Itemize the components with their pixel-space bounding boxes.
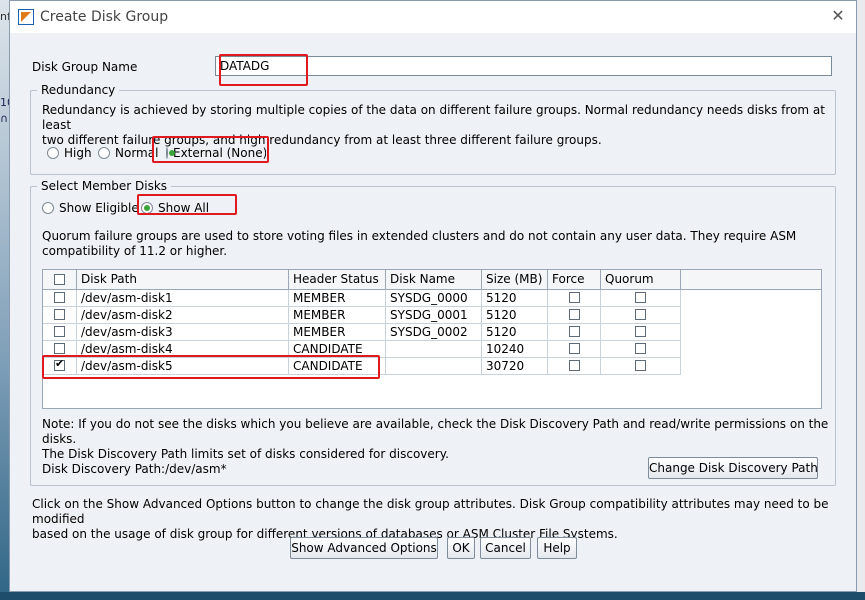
- row-select-checkbox[interactable]: [54, 357, 65, 371]
- select-all-checkbox[interactable]: [54, 274, 65, 285]
- row-select-checkbox[interactable]: [54, 343, 65, 354]
- table-cell-size[interactable]: 5120: [482, 290, 548, 307]
- table-cell-quorum[interactable]: [601, 324, 681, 341]
- table-cell-path[interactable]: /dev/asm-disk5: [77, 358, 289, 375]
- table-cell-name[interactable]: SYSDG_0002: [386, 324, 482, 341]
- discovery-note: Note: If you do not see the disks which …: [42, 417, 829, 461]
- table-cell-force[interactable]: [548, 341, 601, 358]
- table-cell-force[interactable]: [548, 307, 601, 324]
- table-cell-size[interactable]: 10240: [482, 341, 548, 358]
- show-advanced-options-button[interactable]: Show Advanced Options: [290, 537, 438, 559]
- row-select-checkbox[interactable]: [54, 326, 65, 337]
- column-header-filler: [681, 270, 821, 290]
- row-select-checkbox[interactable]: [54, 309, 65, 320]
- create-disk-group-dialog: Create Disk Group ✕ Disk Group Name DATA…: [9, 0, 857, 592]
- table-cell-force[interactable]: [548, 324, 601, 341]
- disk-group-name-input[interactable]: DATADG: [215, 56, 832, 76]
- table-cell-status[interactable]: CANDIDATE: [289, 358, 386, 375]
- radio-show-eligible-indicator[interactable]: [42, 202, 54, 214]
- row-select-cell[interactable]: [43, 324, 77, 341]
- table-cell-path[interactable]: /dev/asm-disk2: [77, 307, 289, 324]
- background-text-fragment: ∩: [0, 112, 9, 125]
- quorum-note: Quorum failure groups are used to store …: [42, 229, 797, 258]
- close-icon[interactable]: ✕: [828, 6, 848, 26]
- force-checkbox[interactable]: [569, 309, 580, 320]
- table-cell-status[interactable]: MEMBER: [289, 290, 386, 307]
- table-cell-status[interactable]: MEMBER: [289, 307, 386, 324]
- table-cell-quorum[interactable]: [601, 307, 681, 324]
- column-header-disk-path[interactable]: Disk Path: [77, 270, 289, 290]
- change-discovery-path-button[interactable]: Change Disk Discovery Path: [648, 457, 818, 479]
- radio-normal-indicator[interactable]: [98, 147, 110, 159]
- table-cell-name[interactable]: SYSDG_0000: [386, 290, 482, 307]
- ok-button[interactable]: OK: [447, 537, 475, 559]
- radio-external-indicator[interactable]: [166, 147, 175, 159]
- table-cell-force[interactable]: [548, 358, 601, 375]
- row-select-cell[interactable]: [43, 307, 77, 324]
- member-disks-legend: Select Member Disks: [41, 179, 168, 193]
- table-cell-size[interactable]: 30720: [482, 358, 548, 375]
- table-cell-path[interactable]: /dev/asm-disk4: [77, 341, 289, 358]
- table-cell-status[interactable]: MEMBER: [289, 324, 386, 341]
- column-header-size[interactable]: Size (MB): [482, 270, 548, 290]
- table-cell-name[interactable]: [386, 341, 482, 358]
- table-cell-force[interactable]: [548, 290, 601, 307]
- table-cell-name[interactable]: SYSDG_0001: [386, 307, 482, 324]
- radio-show-all[interactable]: Show All: [141, 201, 209, 215]
- quorum-checkbox[interactable]: [635, 292, 646, 303]
- column-header-force[interactable]: Force: [548, 270, 601, 290]
- table-cell-quorum[interactable]: [601, 358, 681, 375]
- table-cell-size[interactable]: 5120: [482, 307, 548, 324]
- table-cell-path[interactable]: /dev/asm-disk3: [77, 324, 289, 341]
- radio-external[interactable]: External (None): [166, 146, 266, 160]
- quorum-checkbox[interactable]: [635, 309, 646, 320]
- row-select-cell[interactable]: [43, 290, 77, 307]
- cancel-button[interactable]: Cancel: [480, 537, 531, 559]
- table-cell-quorum[interactable]: [601, 290, 681, 307]
- disk-group-name-label: Disk Group Name: [32, 60, 138, 74]
- quorum-checkbox[interactable]: [635, 360, 646, 371]
- row-select-checkbox[interactable]: [54, 292, 65, 303]
- help-button[interactable]: Help: [537, 537, 577, 559]
- table-cell-status[interactable]: CANDIDATE: [289, 341, 386, 358]
- force-checkbox[interactable]: [569, 326, 580, 337]
- table-cell-name[interactable]: [386, 358, 482, 375]
- table-cell-size[interactable]: 5120: [482, 324, 548, 341]
- redundancy-description: Redundancy is achieved by storing multip…: [42, 103, 825, 147]
- force-checkbox[interactable]: [569, 292, 580, 303]
- title-bar[interactable]: Create Disk Group ✕: [10, 1, 856, 33]
- column-header-disk-name[interactable]: Disk Name: [386, 270, 482, 290]
- select-all-header[interactable]: [43, 270, 77, 290]
- table-cell-quorum[interactable]: [601, 341, 681, 358]
- radio-show-eligible[interactable]: Show Eligible: [42, 201, 139, 215]
- force-checkbox[interactable]: [569, 360, 580, 371]
- force-checkbox[interactable]: [569, 343, 580, 354]
- background-desktop-right: [857, 0, 865, 600]
- advanced-options-note: Click on the Show Advanced Options butto…: [32, 497, 829, 541]
- quorum-checkbox[interactable]: [635, 343, 646, 354]
- disk-discovery-path-label: Disk Discovery Path:/dev/asm*: [42, 462, 227, 476]
- table-cell-path[interactable]: /dev/asm-disk1: [77, 290, 289, 307]
- oracle-app-icon: [18, 9, 34, 25]
- disk-table: Disk Path Header Status Disk Name Size (…: [42, 269, 822, 409]
- radio-show-all-indicator[interactable]: [141, 202, 153, 214]
- radio-normal[interactable]: Normal: [98, 146, 158, 160]
- redundancy-legend: Redundancy: [41, 83, 116, 97]
- background-taskbar: [0, 592, 865, 600]
- row-select-cell[interactable]: [43, 341, 77, 358]
- window-title: Create Disk Group: [40, 9, 169, 25]
- column-header-header-status[interactable]: Header Status: [289, 270, 386, 290]
- quorum-checkbox[interactable]: [635, 326, 646, 337]
- radio-high-indicator[interactable]: [47, 147, 59, 159]
- radio-high[interactable]: High: [47, 146, 92, 160]
- row-select-cell[interactable]: [43, 357, 77, 375]
- column-header-quorum[interactable]: Quorum: [601, 270, 681, 290]
